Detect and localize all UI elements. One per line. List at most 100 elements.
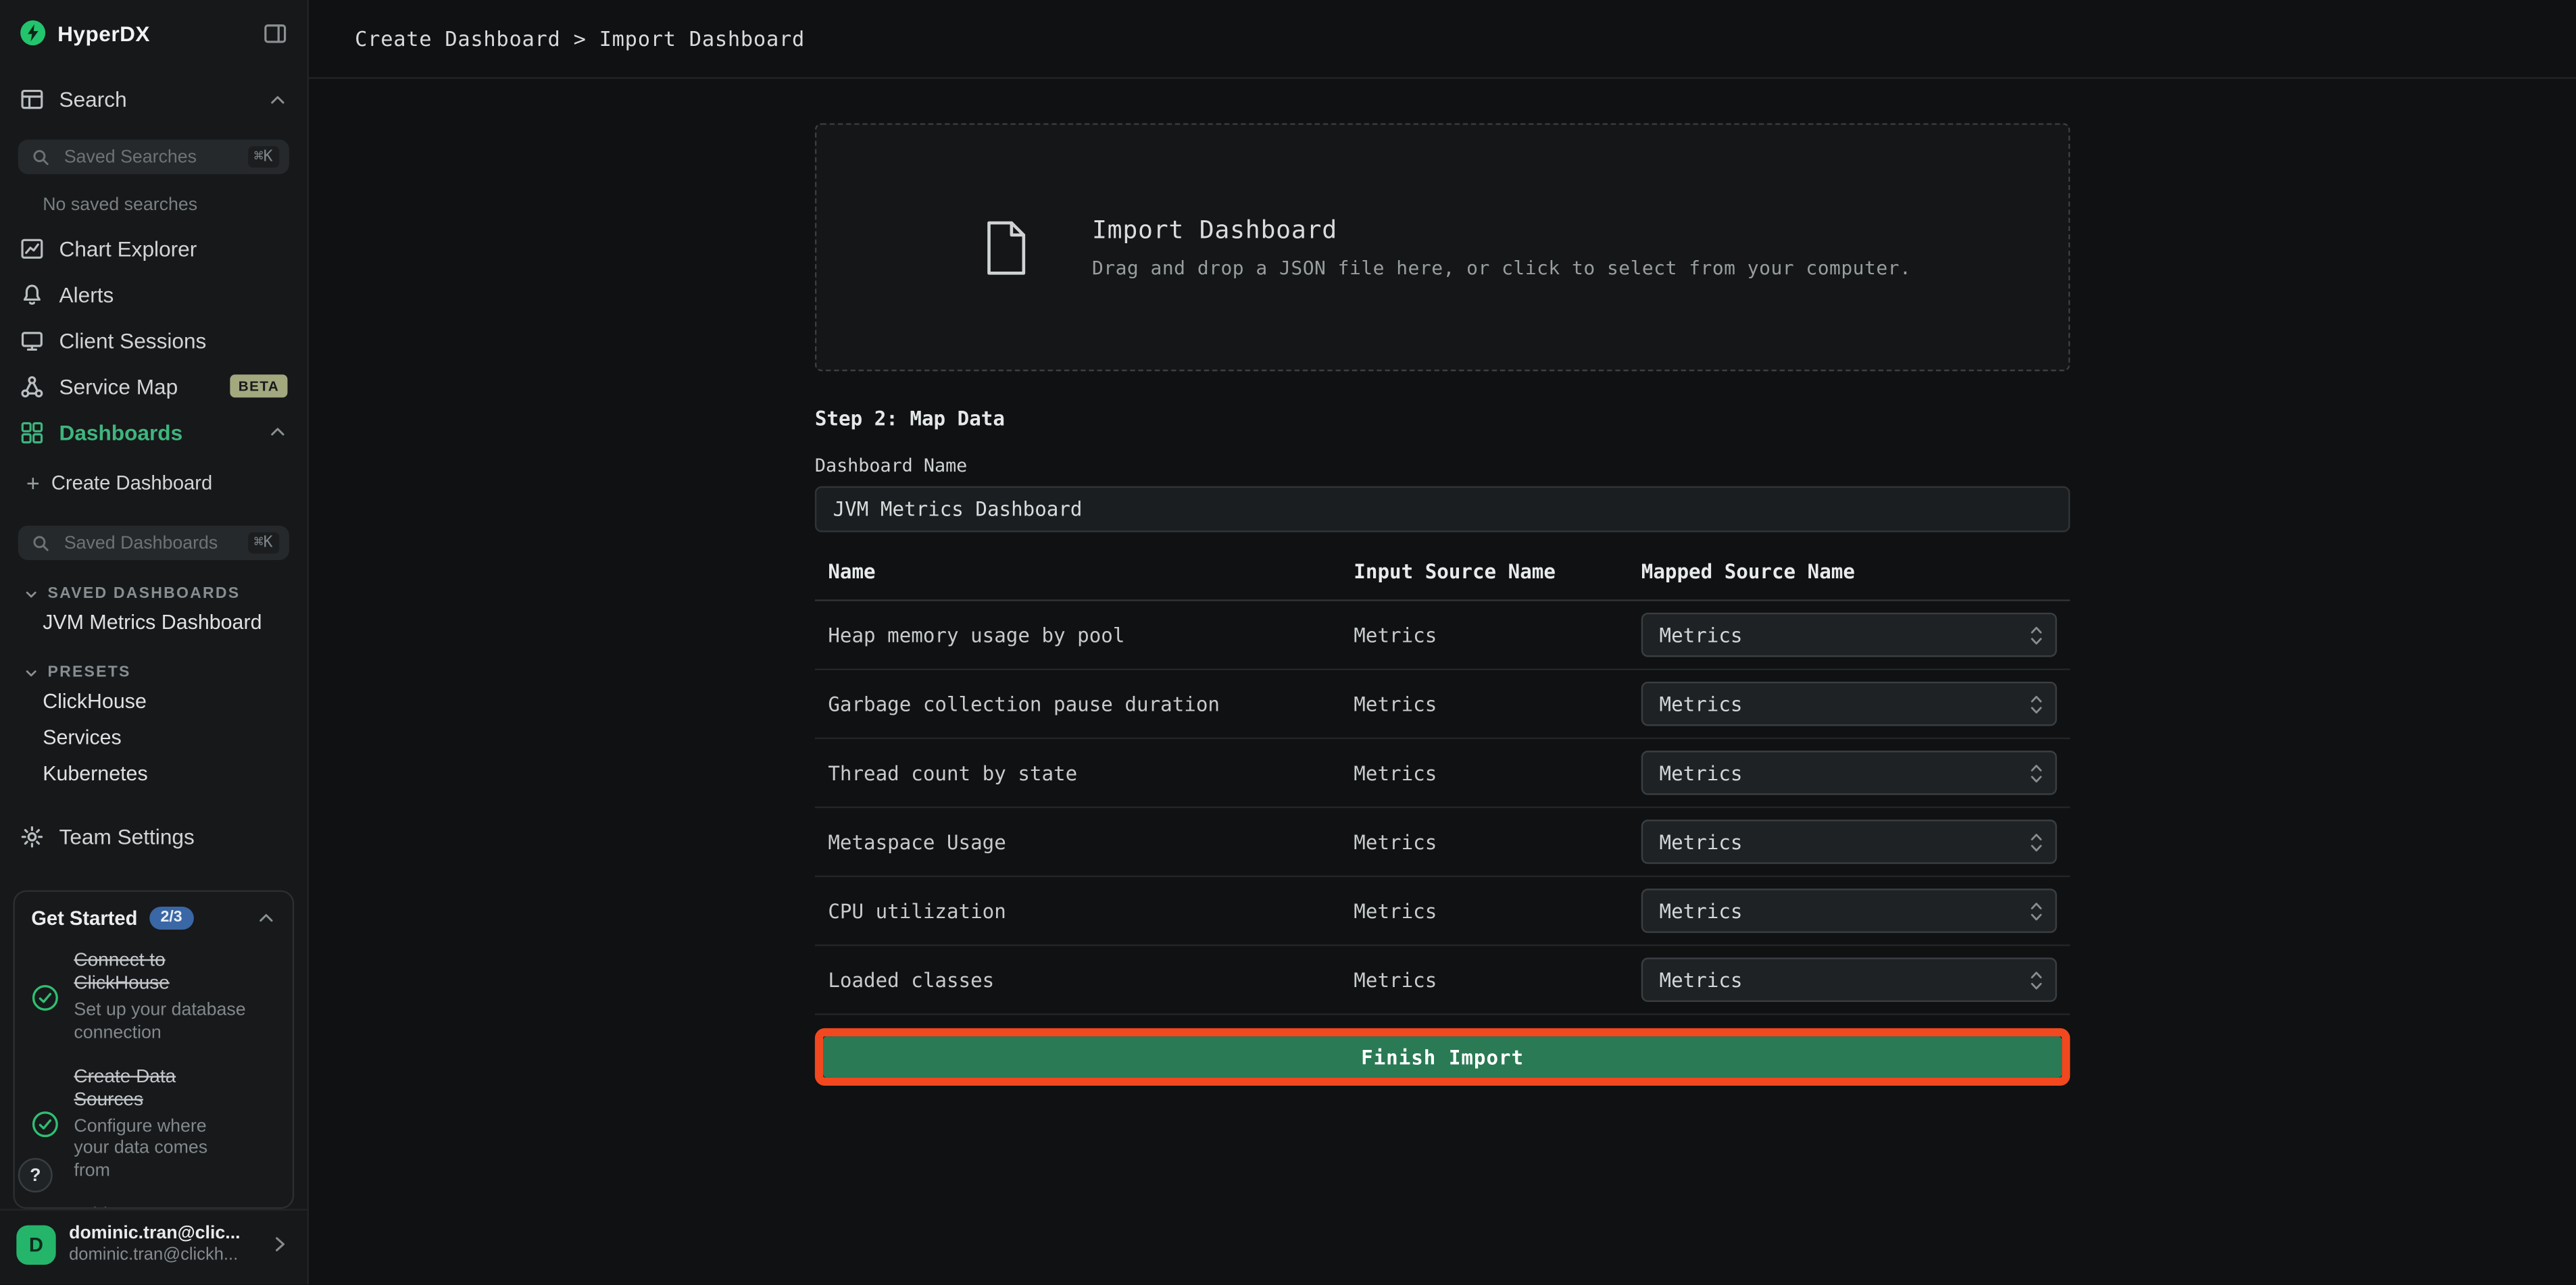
help-button[interactable]: ? bbox=[18, 1158, 53, 1192]
saved-searches-search[interactable]: ⌘K bbox=[18, 140, 289, 174]
sidebar-item-dashboards[interactable]: Dashboards bbox=[0, 409, 307, 455]
get-started-item-add-data[interactable]: Add Data Start sending logs, metrics, or… bbox=[31, 1204, 276, 1209]
check-circle-icon bbox=[31, 1111, 67, 1138]
no-saved-searches-text: No saved searches bbox=[0, 196, 307, 216]
table-row: CPU utilization Metrics Metrics bbox=[815, 877, 2070, 946]
get-started-item-title: Create Data Sources bbox=[74, 1065, 246, 1111]
presets-header-label: PRESETS bbox=[48, 663, 131, 682]
user-menu[interactable]: D dominic.tran@clic... dominic.tran@clic… bbox=[16, 1224, 291, 1265]
get-started-title: Get Started bbox=[31, 907, 137, 930]
select-chevrons-icon bbox=[2029, 622, 2044, 648]
sidebar-item-alerts[interactable]: Alerts bbox=[0, 272, 307, 318]
create-dashboard-label: Create Dashboard bbox=[51, 471, 212, 494]
dashboard-name-label: Dashboard Name bbox=[815, 455, 2070, 476]
input-source-cell: Metrics bbox=[1354, 899, 1641, 922]
monitor-icon bbox=[20, 328, 44, 353]
sidebar-item-team-settings[interactable]: Team Settings bbox=[0, 817, 307, 857]
select-chevrons-icon bbox=[2029, 898, 2044, 924]
saved-searches-input[interactable] bbox=[61, 146, 237, 169]
chevron-up-icon bbox=[256, 908, 276, 928]
search-section-label: Search bbox=[59, 87, 127, 111]
get-started-item-sources[interactable]: Create Data Sources Configure where your… bbox=[31, 1065, 276, 1184]
app-title: HyperDX bbox=[57, 21, 150, 45]
mapped-source-select[interactable]: Metrics bbox=[1641, 613, 2057, 657]
logo-row[interactable]: HyperDX bbox=[0, 0, 307, 66]
dashboard-name-input[interactable] bbox=[815, 486, 2070, 532]
avatar: D bbox=[16, 1224, 55, 1263]
saved-dashboards-header[interactable]: SAVED DASHBOARDS bbox=[0, 585, 307, 603]
input-source-cell: Metrics bbox=[1354, 692, 1641, 715]
main-area: Create Dashboard > Import Dashboard Impo… bbox=[309, 0, 2576, 1284]
chevron-up-icon bbox=[268, 90, 287, 109]
get-started-item-title: Add Data bbox=[74, 1204, 246, 1209]
input-source-cell: Metrics bbox=[1354, 761, 1641, 784]
chart-name-cell: CPU utilization bbox=[828, 899, 1354, 922]
input-source-cell: Metrics bbox=[1354, 830, 1641, 853]
app-window: HyperDX Search ⌘K No saved searches bbox=[0, 0, 2576, 1284]
chevron-down-icon bbox=[23, 586, 39, 602]
select-value: Metrics bbox=[1660, 692, 1743, 715]
presets-header[interactable]: PRESETS bbox=[0, 663, 307, 682]
sidebar: HyperDX Search ⌘K No saved searches bbox=[0, 0, 309, 1284]
chart-name-cell: Heap memory usage by pool bbox=[828, 624, 1354, 647]
table-header-row: Name Input Source Name Mapped Source Nam… bbox=[815, 560, 2070, 601]
select-chevrons-icon bbox=[2029, 967, 2044, 993]
select-value: Metrics bbox=[1660, 968, 1743, 991]
check-circle-icon bbox=[31, 984, 67, 1011]
chart-name-cell: Thread count by state bbox=[828, 761, 1354, 784]
sidebar-item-service-map[interactable]: Service Map BETA bbox=[0, 363, 307, 409]
input-source-cell: Metrics bbox=[1354, 624, 1641, 647]
get-started-header[interactable]: Get Started 2/3 bbox=[31, 907, 276, 930]
select-chevrons-icon bbox=[2029, 690, 2044, 717]
saved-dashboards-input[interactable] bbox=[61, 532, 237, 555]
import-content: Import Dashboard Drag and drop a JSON fi… bbox=[815, 123, 2070, 1086]
table-row: Loaded classes Metrics Metrics bbox=[815, 946, 2070, 1015]
input-source-cell: Metrics bbox=[1354, 968, 1641, 991]
plus-icon: + bbox=[26, 471, 40, 494]
mapped-source-select[interactable]: Metrics bbox=[1641, 820, 2057, 864]
breadcrumb[interactable]: Create Dashboard > Import Dashboard bbox=[355, 26, 805, 51]
nav-label: Chart Explorer bbox=[59, 236, 197, 260]
sidebar-item-chart-explorer[interactable]: Chart Explorer bbox=[0, 226, 307, 272]
nav-label: Alerts bbox=[59, 282, 114, 306]
sidebar-item-jvm-metrics-dashboard[interactable]: JVM Metrics Dashboard bbox=[0, 606, 307, 639]
annotation-highlight-box: Finish Import bbox=[815, 1028, 2070, 1086]
mapped-source-select[interactable]: Metrics bbox=[1641, 888, 2057, 933]
select-value: Metrics bbox=[1660, 624, 1743, 647]
get-started-item-connect[interactable]: Connect to ClickHouse Set up your databa… bbox=[31, 949, 276, 1045]
mapping-table: Name Input Source Name Mapped Source Nam… bbox=[815, 560, 2070, 1015]
collapse-sidebar-button[interactable] bbox=[263, 21, 287, 45]
table-row: Thread count by state Metrics Metrics bbox=[815, 739, 2070, 808]
mapped-source-select[interactable]: Metrics bbox=[1641, 751, 2057, 795]
saved-dashboards-search[interactable]: ⌘K bbox=[18, 526, 289, 560]
file-icon bbox=[974, 216, 1036, 278]
mapped-source-select[interactable]: Metrics bbox=[1641, 957, 2057, 1002]
shortcut-kbd: ⌘K bbox=[247, 147, 279, 168]
chevron-right-icon bbox=[270, 1234, 291, 1255]
nav-label: Client Sessions bbox=[59, 328, 207, 353]
dashboards-grid-icon bbox=[20, 420, 44, 445]
shortcut-kbd: ⌘K bbox=[247, 532, 279, 554]
column-header-name: Name bbox=[828, 560, 1354, 583]
import-dropzone[interactable]: Import Dashboard Drag and drop a JSON fi… bbox=[815, 123, 2070, 371]
finish-import-button[interactable]: Finish Import bbox=[823, 1036, 2062, 1078]
sidebar-bottom: D dominic.tran@clic... dominic.tran@clic… bbox=[0, 1209, 307, 1284]
table-row: Garbage collection pause duration Metric… bbox=[815, 670, 2070, 739]
chevron-up-icon bbox=[268, 422, 287, 442]
create-dashboard-button[interactable]: + Create Dashboard bbox=[0, 462, 307, 503]
mapped-source-select[interactable]: Metrics bbox=[1641, 682, 2057, 726]
dropzone-subtitle: Drag and drop a JSON file here, or click… bbox=[1092, 256, 1911, 279]
nav-label: Dashboards bbox=[59, 420, 183, 445]
search-section-icon bbox=[20, 87, 44, 111]
chart-name-cell: Garbage collection pause duration bbox=[828, 692, 1354, 715]
sidebar-item-services[interactable]: Services bbox=[0, 722, 307, 755]
get-started-card: Get Started 2/3 Connect to ClickHouse Se… bbox=[13, 890, 294, 1209]
nav-label: Service Map bbox=[59, 374, 178, 399]
beta-badge: BETA bbox=[230, 375, 288, 398]
sidebar-section-search[interactable]: Search bbox=[0, 82, 307, 117]
bell-icon bbox=[20, 282, 44, 306]
sidebar-item-clickhouse[interactable]: ClickHouse bbox=[0, 685, 307, 718]
chart-explorer-icon bbox=[20, 236, 44, 260]
sidebar-item-kubernetes[interactable]: Kubernetes bbox=[0, 757, 307, 790]
sidebar-item-client-sessions[interactable]: Client Sessions bbox=[0, 318, 307, 363]
